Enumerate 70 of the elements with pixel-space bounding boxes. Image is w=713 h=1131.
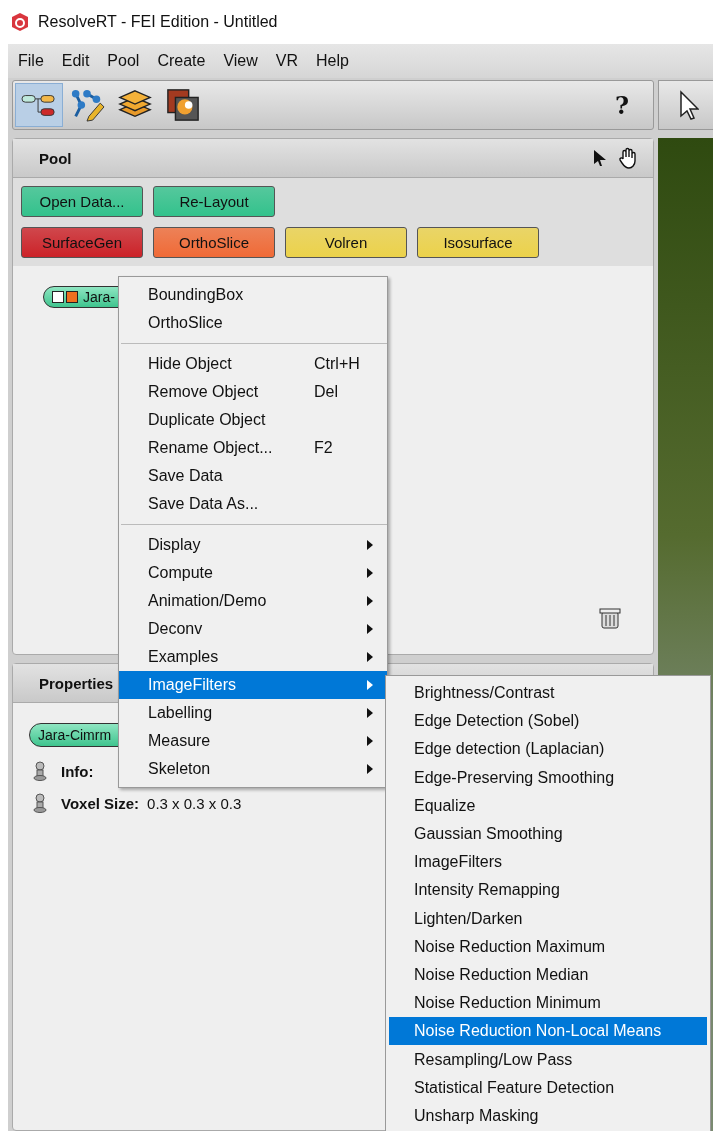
menu-item[interactable]: Edge Detection (Sobel) bbox=[389, 707, 707, 736]
trash-icon[interactable] bbox=[599, 606, 621, 630]
submenu-arrow-icon bbox=[367, 624, 373, 634]
module-button[interactable]: Volren bbox=[285, 227, 407, 258]
menu-item[interactable]: Noise Reduction Non-Local Means bbox=[389, 1017, 707, 1046]
menu-item[interactable]: Pool bbox=[101, 52, 152, 70]
menu-item[interactable]: Noise Reduction Minimum bbox=[389, 989, 707, 1018]
panel-title: Pool bbox=[39, 149, 72, 167]
toolbar-button[interactable] bbox=[15, 83, 63, 127]
module-button[interactable]: Isosurface bbox=[417, 227, 539, 258]
pointer-icon[interactable] bbox=[679, 90, 699, 120]
submenu-arrow-icon bbox=[367, 568, 373, 578]
submenu-arrow-icon bbox=[367, 764, 373, 774]
slices-icon bbox=[164, 88, 202, 122]
menu-item[interactable]: Resampling/Low Pass bbox=[389, 1045, 707, 1074]
submenu-arrow-icon bbox=[367, 652, 373, 662]
module-button[interactable]: Re-Layout bbox=[153, 186, 275, 217]
help-button[interactable]: ? bbox=[614, 90, 629, 120]
pin-icon[interactable] bbox=[33, 793, 47, 813]
module-button[interactable]: SurfaceGen bbox=[21, 227, 143, 258]
menu-item[interactable]: Edge-Preserving Smoothing bbox=[389, 763, 707, 792]
menu-item[interactable]: View bbox=[217, 52, 270, 70]
node-label: Jara- bbox=[83, 289, 115, 305]
module-button[interactable]: OrthoSlice bbox=[153, 227, 275, 258]
menu-item[interactable]: Remove Object Del bbox=[119, 378, 387, 406]
submenu-arrow-icon bbox=[367, 596, 373, 606]
menu-item[interactable]: Save Data bbox=[119, 462, 387, 490]
menu-item[interactable]: ImageFilters bbox=[119, 671, 387, 699]
checkbox-icon bbox=[52, 291, 64, 303]
field-label: Info: bbox=[61, 762, 94, 780]
menu-item[interactable]: Brightness/Contrast bbox=[389, 679, 707, 708]
submenu-arrow-icon bbox=[367, 540, 373, 550]
menu-item[interactable]: Noise Reduction Maximum bbox=[389, 932, 707, 961]
menu-item[interactable]: Gaussian Smoothing bbox=[389, 819, 707, 849]
pointer-icon[interactable] bbox=[593, 149, 607, 167]
submenu-arrow-icon bbox=[367, 708, 373, 718]
color-swatch-icon bbox=[66, 291, 78, 303]
menu-item[interactable]: Statistical Feature Detection bbox=[389, 1073, 707, 1102]
menu-item[interactable]: Intensity Remapping bbox=[389, 876, 707, 905]
menu-item[interactable]: OrthoSlice bbox=[119, 309, 387, 337]
module-button[interactable]: Open Data... bbox=[21, 186, 143, 217]
menu-item[interactable]: Save Data As... bbox=[119, 490, 387, 518]
menu-item[interactable]: Compute bbox=[119, 559, 387, 587]
menu-item[interactable]: VR bbox=[269, 52, 311, 70]
menu-item[interactable]: Lighten/Darken bbox=[389, 904, 707, 933]
panel-title: Properties bbox=[39, 674, 114, 692]
menu-item[interactable]: File bbox=[12, 52, 56, 70]
menu-item[interactable]: Animation/Demo bbox=[119, 587, 387, 615]
pin-icon[interactable] bbox=[33, 761, 47, 781]
menu-item[interactable]: Skeleton bbox=[119, 755, 387, 783]
menu-item[interactable]: Help bbox=[310, 52, 361, 70]
menu-item[interactable]: Deconv bbox=[119, 615, 387, 643]
menu-item[interactable]: Edit bbox=[55, 52, 102, 70]
menu-item[interactable]: Display bbox=[119, 531, 387, 559]
window-title: ResolveRT - FEI Edition - Untitled bbox=[38, 13, 278, 31]
menu-item[interactable]: Unsharp Masking bbox=[389, 1101, 707, 1130]
menu-item[interactable]: Noise Reduction Median bbox=[389, 960, 707, 990]
menu-item[interactable]: ImageFilters bbox=[389, 848, 707, 877]
submenu-arrow-icon bbox=[367, 680, 373, 690]
field-label: Voxel Size: bbox=[61, 794, 140, 812]
menu-item[interactable]: Duplicate Object bbox=[119, 406, 387, 434]
menu-item[interactable]: Rename Object... F2 bbox=[119, 434, 387, 462]
menu-item[interactable]: Hide Object Ctrl+H bbox=[119, 350, 387, 378]
menu-item[interactable]: Create bbox=[151, 52, 218, 70]
menu-item[interactable]: Equalize bbox=[389, 791, 707, 820]
submenu-arrow-icon bbox=[367, 736, 373, 746]
field-value: 0.3 x 0.3 x 0.3 bbox=[147, 794, 242, 812]
app-logo-icon bbox=[10, 12, 30, 32]
menu-item[interactable]: Edge detection (Laplacian) bbox=[389, 735, 707, 764]
menu-item[interactable]: Examples bbox=[119, 643, 387, 671]
